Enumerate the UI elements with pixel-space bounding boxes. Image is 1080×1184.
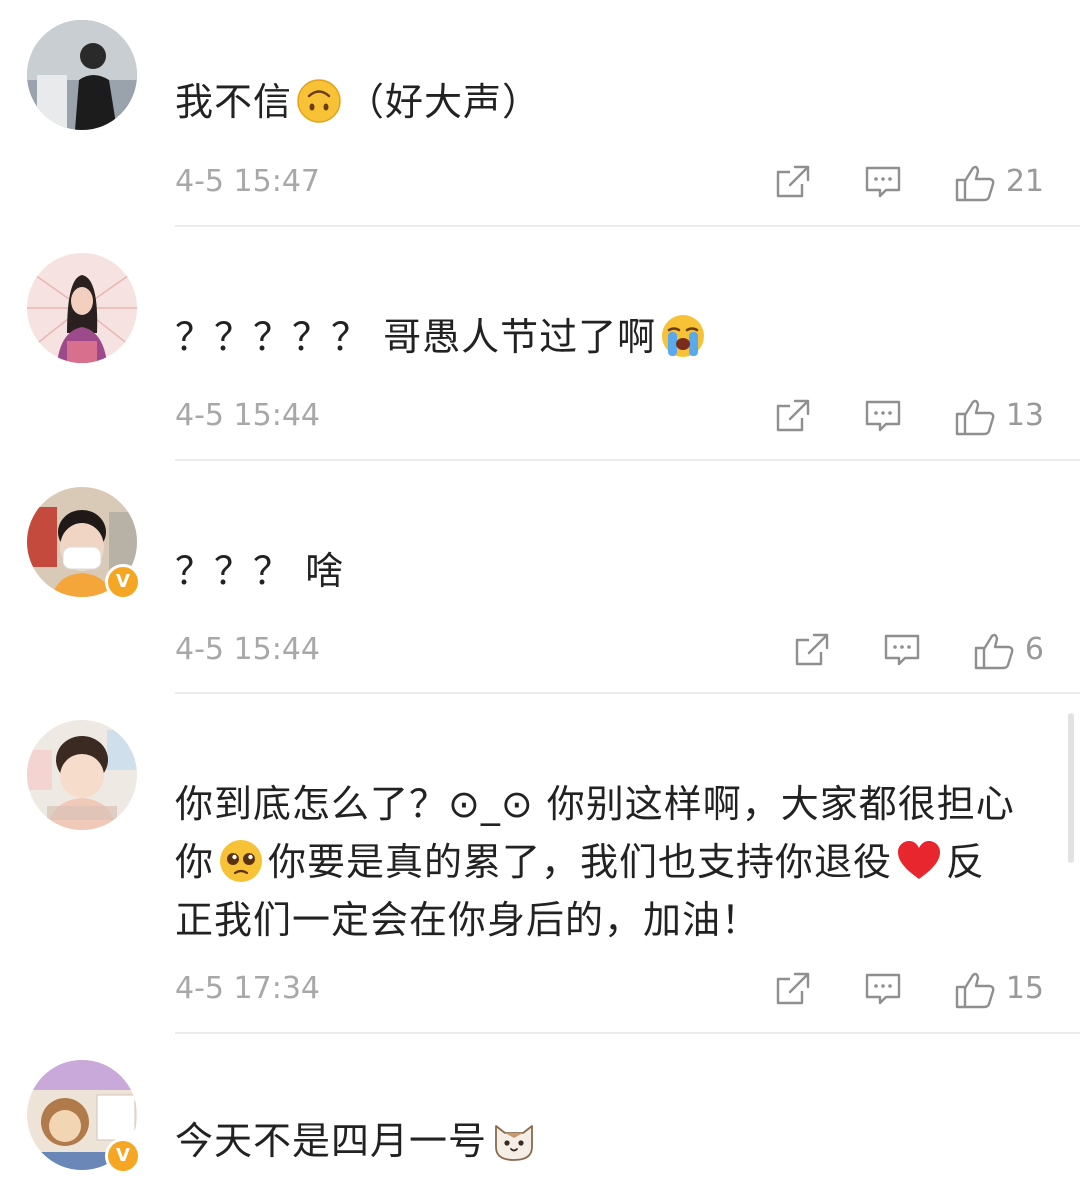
verified-badge: V <box>105 1138 141 1174</box>
comment-line: 你 你要是真的累了，我们也支持你退役 反 <box>175 833 1035 891</box>
thumbs-up-icon[interactable] <box>954 970 995 1009</box>
comment-actions: 6 <box>793 630 1044 670</box>
comment-text: 今天不是四月一号 <box>175 1112 1035 1170</box>
share-icon[interactable] <box>793 631 831 669</box>
comment-text: 我不信 （好大声） <box>175 73 1035 131</box>
comment-text: ？？？ 啥 <box>175 542 1035 600</box>
share-icon[interactable] <box>774 163 812 201</box>
divider <box>175 692 1080 694</box>
divider <box>175 459 1080 461</box>
share-icon[interactable] <box>774 970 812 1008</box>
comment-timestamp: 4-5 15:47 <box>175 164 320 199</box>
comment-icon[interactable] <box>864 397 902 435</box>
comment-line: 你到底怎么了？⊙_⊙ 你别这样啊，大家都很担心 <box>175 782 1015 826</box>
like-count: 15 <box>1005 971 1044 1006</box>
comment-icon[interactable] <box>883 631 921 669</box>
comment-timestamp: 4-5 15:44 <box>175 632 320 667</box>
loudly-crying-face-icon <box>660 313 706 359</box>
cat-face-icon <box>491 1117 537 1163</box>
comment-segment: 你 <box>175 840 215 884</box>
comment-timestamp: 4-5 17:34 <box>175 971 320 1006</box>
pleading-face-icon <box>218 838 264 884</box>
verified-badge: V <box>105 564 141 600</box>
thumbs-up-icon[interactable] <box>954 397 995 436</box>
like-count: 6 <box>1024 632 1044 667</box>
scrollbar[interactable] <box>1068 713 1074 863</box>
divider <box>175 225 1080 227</box>
comment-text-main: 今天不是四月一号 <box>175 1119 488 1163</box>
red-heart-icon <box>896 838 942 884</box>
comment-timestamp: 4-5 15:44 <box>175 398 320 433</box>
avatar[interactable] <box>27 720 137 830</box>
comment-segment: 你要是真的累了，我们也支持你退役 <box>268 840 893 884</box>
comment-text-main: ？？？ 啥 <box>175 549 345 593</box>
avatar[interactable] <box>27 20 137 130</box>
like-count: 13 <box>1005 398 1044 433</box>
avatar[interactable] <box>27 253 137 363</box>
comment-text-main: 我不信 <box>175 80 293 124</box>
comment-actions: 21 <box>774 162 1044 202</box>
divider <box>175 1032 1080 1034</box>
comment-icon[interactable] <box>864 970 902 1008</box>
thumbs-up-icon[interactable] <box>973 631 1014 670</box>
thumbs-up-icon[interactable] <box>954 163 995 202</box>
comment-actions: 15 <box>774 969 1044 1009</box>
like-count: 21 <box>1005 164 1044 199</box>
comment-segment: 反 <box>946 840 986 884</box>
comment-text: 你到底怎么了？⊙_⊙ 你别这样啊，大家都很担心 你 你要是真的累了，我们也支持你… <box>175 775 1035 949</box>
comment-actions: 13 <box>774 396 1044 436</box>
comment-text-suffix: （好大声） <box>346 80 542 124</box>
share-icon[interactable] <box>774 397 812 435</box>
comment-line: 正我们一定会在你身后的，加油！ <box>175 898 761 942</box>
comment-icon[interactable] <box>864 163 902 201</box>
comment-text: ？？？？？ 哥愚人节过了啊 <box>175 308 1035 366</box>
upside-down-face-icon <box>296 78 342 124</box>
comment-text-main: ？？？？？ 哥愚人节过了啊 <box>175 315 657 359</box>
